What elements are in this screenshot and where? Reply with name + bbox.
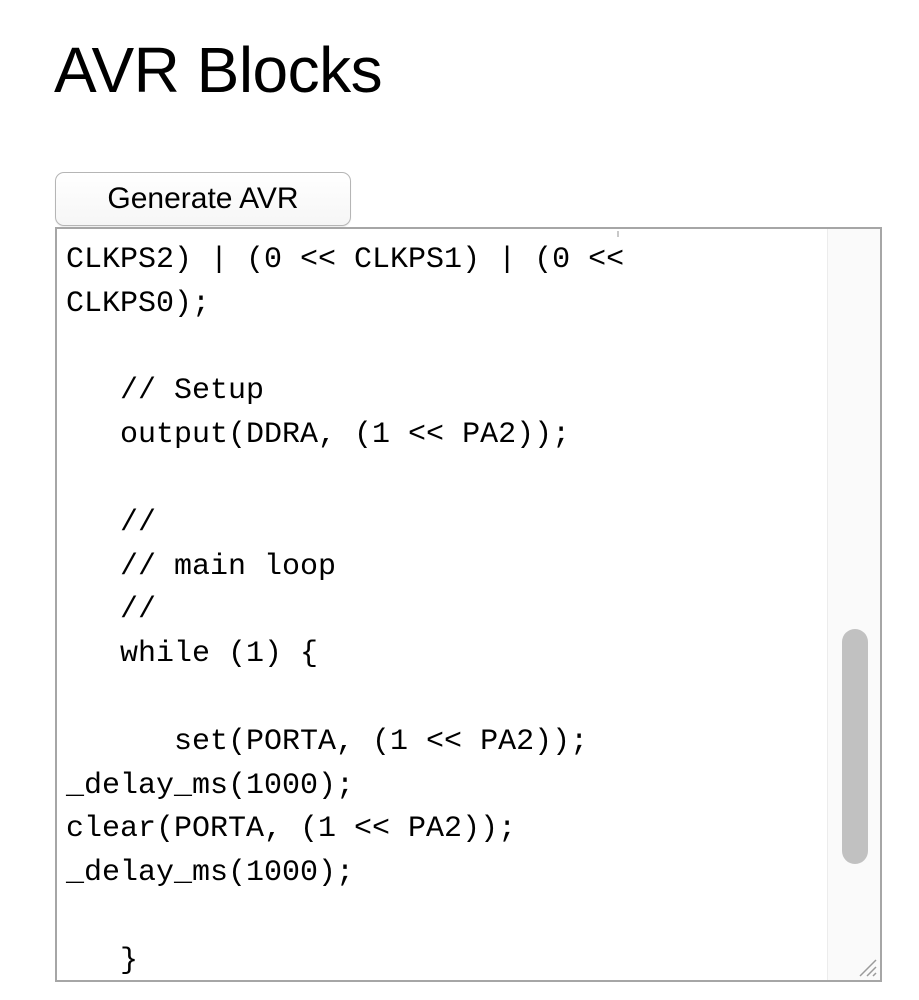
code-line: // [66, 505, 157, 540]
page-title: AVR Blocks [54, 34, 383, 106]
code-line: while (1) { [66, 637, 319, 672]
code-line: } [66, 943, 139, 978]
code-line: _delay_ms(1000); [66, 768, 355, 803]
code-line: clear(PORTA, (1 << PA2)); [66, 812, 517, 847]
generate-avr-button[interactable]: Generate AVR [55, 172, 351, 226]
text-caret [617, 231, 619, 237]
resize-grip-icon[interactable] [852, 952, 878, 978]
code-textarea[interactable]: CLKPS2) | (0 << CLKPS1) | (0 << CLKPS0); … [55, 227, 882, 982]
scrollbar-thumb[interactable] [842, 629, 868, 864]
code-line: CLKPS0); [66, 286, 211, 321]
code-line: // Setup [66, 374, 265, 409]
code-line: output(DDRA, (1 << PA2)); [66, 418, 571, 453]
code-line: _delay_ms(1000); [66, 856, 355, 891]
code-line: // [66, 593, 157, 628]
code-content: CLKPS2) | (0 << CLKPS1) | (0 << CLKPS0); … [66, 239, 820, 980]
code-line: // main loop [66, 549, 337, 584]
code-line: set(PORTA, (1 << PA2)); [66, 724, 589, 759]
code-line: CLKPS2) | (0 << CLKPS1) | (0 << [66, 243, 625, 277]
vertical-scrollbar[interactable] [827, 229, 880, 980]
